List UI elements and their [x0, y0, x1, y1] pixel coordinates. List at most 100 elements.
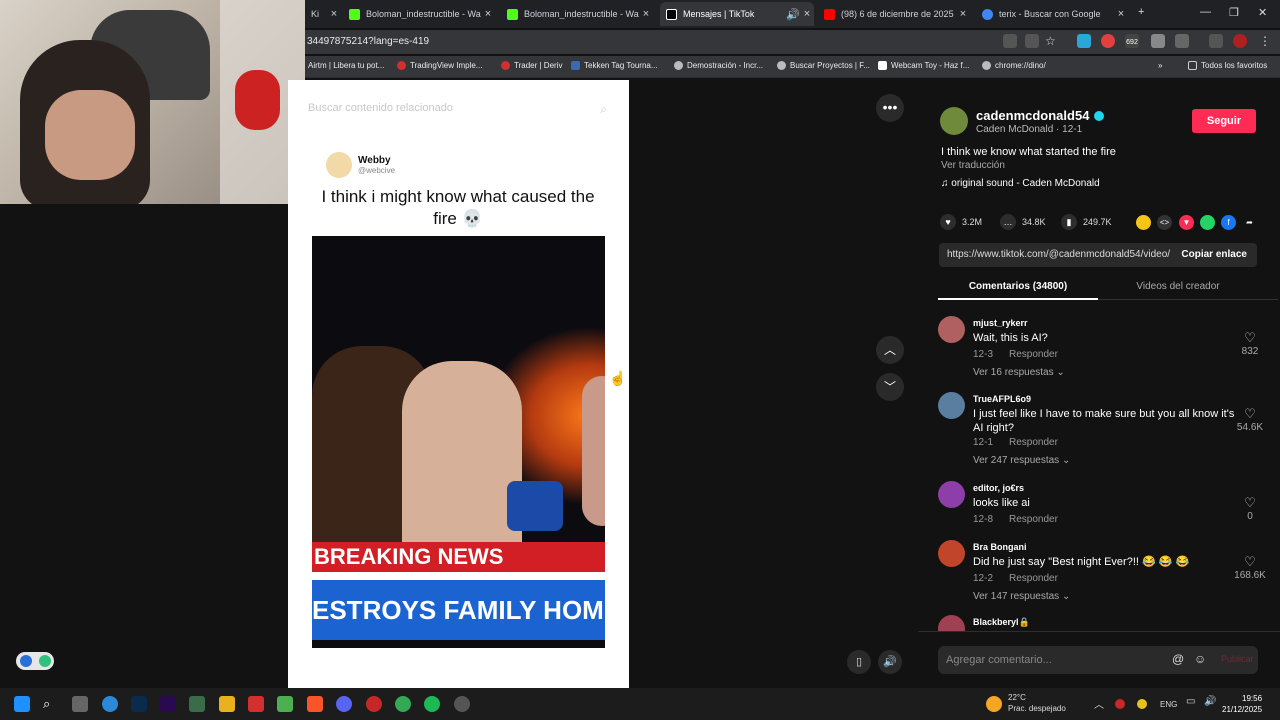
- bookmark-icon[interactable]: ▮: [1061, 214, 1077, 230]
- new-tab-button[interactable]: +: [1138, 6, 1144, 18]
- bookmark-item[interactable]: Demostración - Incr...: [674, 61, 763, 70]
- send-icon[interactable]: ▼: [1179, 215, 1194, 230]
- menu-icon[interactable]: [1209, 34, 1223, 48]
- view-replies[interactable]: Ver 16 respuestas ⌄: [973, 367, 1065, 378]
- tab-partial[interactable]: Ki ×: [305, 2, 341, 26]
- photoshop-icon[interactable]: [131, 696, 147, 712]
- profile-avatar[interactable]: [1233, 34, 1247, 48]
- weather-widget[interactable]: 22°C Prac. despejado: [1008, 692, 1066, 714]
- bookmarks-overflow-icon[interactable]: »: [1158, 61, 1162, 70]
- avatar[interactable]: [938, 540, 965, 567]
- heart-icon[interactable]: ♡: [1230, 406, 1270, 422]
- avatar[interactable]: [940, 107, 968, 135]
- system-clock[interactable]: 19:56 21/12/2025: [1222, 693, 1262, 715]
- view-replies[interactable]: Ver 247 respuestas ⌄: [973, 455, 1070, 466]
- comment-username[interactable]: editor, jo€rs: [973, 483, 1024, 493]
- comment-input[interactable]: [946, 650, 1166, 670]
- speaker-icon[interactable]: 🔊: [786, 8, 800, 21]
- puzzle-icon[interactable]: [1175, 34, 1189, 48]
- close-icon[interactable]: ×: [956, 8, 970, 20]
- star-icon[interactable]: ☆: [1045, 34, 1059, 48]
- share-link[interactable]: https://www.tiktok.com/@cadenmcdonald54/…: [947, 249, 1171, 260]
- cast-icon[interactable]: [1003, 34, 1017, 48]
- bookmark-item[interactable]: Airtm | Libera tu pot...: [308, 61, 384, 70]
- previous-video-button[interactable]: ︿: [876, 336, 904, 364]
- translate-link[interactable]: Ver traducción: [941, 160, 1005, 171]
- sound-link[interactable]: ♫ original sound - Caden McDonald: [941, 178, 1100, 189]
- tab-youtube[interactable]: (98) 6 de diciembre de 2025 - Y ×: [818, 2, 970, 26]
- related-search[interactable]: Buscar contenido relacionado ⌕: [288, 94, 629, 122]
- maximize-button[interactable]: ❐: [1229, 6, 1239, 19]
- reply-link[interactable]: Responder: [1009, 573, 1058, 584]
- volume-icon[interactable]: 🔊: [878, 650, 902, 674]
- tab-comments[interactable]: Comentarios (34800): [938, 281, 1098, 292]
- username[interactable]: cadenmcdonald54: [976, 108, 1089, 123]
- widget-icon[interactable]: [19, 655, 32, 667]
- follow-button[interactable]: Seguir: [1192, 109, 1256, 133]
- close-icon[interactable]: ×: [327, 8, 341, 20]
- tab-google[interactable]: terix - Buscar con Google ×: [976, 2, 1128, 26]
- close-icon[interactable]: ×: [800, 8, 814, 20]
- extension-icon[interactable]: [1077, 34, 1091, 48]
- emoji-icon[interactable]: ☺: [1194, 652, 1206, 666]
- network-icon[interactable]: ▭: [1186, 696, 1202, 712]
- tab-kick-2[interactable]: Boloman_indestructible - Watch ×: [501, 2, 653, 26]
- search-icon[interactable]: ⌕: [43, 696, 59, 712]
- tray-app-icon[interactable]: [1115, 699, 1125, 709]
- avatar[interactable]: [938, 316, 965, 343]
- tab-kick-1[interactable]: Boloman_indestructible - Watch ×: [343, 2, 495, 26]
- tab-tiktok[interactable]: Mensajes | TikTok 🔊 ×: [660, 2, 814, 26]
- reply-link[interactable]: Responder: [1009, 349, 1058, 360]
- comment-icon[interactable]: …: [1000, 214, 1016, 230]
- bookmark-item[interactable]: Webcam Toy - Haz f...: [878, 61, 969, 70]
- bookmark-item[interactable]: Tekken Tag Tourna...: [571, 61, 658, 70]
- widget-icon[interactable]: [38, 655, 51, 667]
- edge-icon[interactable]: [102, 696, 118, 712]
- comment-username[interactable]: Blackberyl🔒: [973, 617, 1030, 628]
- url-text[interactable]: 34497875214?lang=es-419: [307, 36, 429, 47]
- search-icon[interactable]: ⌕: [600, 102, 607, 117]
- bookmark-item[interactable]: TradingView Imple...: [397, 61, 482, 70]
- reply-link[interactable]: Responder: [1009, 437, 1058, 448]
- coin-icon[interactable]: [1136, 215, 1151, 230]
- view-replies[interactable]: Ver 147 respuestas ⌄: [973, 591, 1070, 602]
- author-username[interactable]: cadenmcdonald54: [976, 108, 1105, 123]
- volume-icon[interactable]: 🔊: [1204, 696, 1220, 712]
- avatar[interactable]: [938, 481, 965, 508]
- task-view-icon[interactable]: [72, 696, 88, 712]
- chrome-icon[interactable]: [395, 696, 411, 712]
- minimize-button[interactable]: —: [1200, 6, 1211, 18]
- comment-username[interactable]: Bra Bongani: [973, 542, 1027, 552]
- reply-link[interactable]: Responder: [1009, 514, 1058, 525]
- install-icon[interactable]: [1025, 34, 1039, 48]
- comment-like[interactable]: ♡ 168.6K: [1230, 554, 1270, 581]
- bookmark-item[interactable]: Trader | Deriv: [501, 61, 562, 70]
- obs-icon[interactable]: [454, 696, 470, 712]
- comment-like[interactable]: ♡ 54.6K: [1230, 406, 1270, 433]
- comment-like[interactable]: ♡ 0: [1230, 495, 1270, 522]
- bookmark-folder[interactable]: Todos los favoritos: [1188, 61, 1267, 70]
- tray-app-icon[interactable]: [1137, 699, 1147, 709]
- close-icon[interactable]: ×: [1114, 8, 1128, 20]
- store-icon[interactable]: [189, 696, 205, 712]
- facebook-icon[interactable]: f: [1221, 215, 1236, 230]
- bookmark-item[interactable]: chrome://dino/: [982, 61, 1046, 70]
- share-icon[interactable]: ➦: [1242, 215, 1257, 230]
- heart-icon[interactable]: ♡: [1230, 495, 1270, 511]
- close-icon[interactable]: ×: [481, 8, 495, 20]
- tab-creator-videos[interactable]: Videos del creador: [1098, 281, 1258, 292]
- bookmark-item[interactable]: Buscar Proyectos | F...: [777, 61, 870, 70]
- deriv-icon[interactable]: [248, 696, 264, 712]
- minecraft-icon[interactable]: [277, 696, 293, 712]
- mention-icon[interactable]: @: [1172, 652, 1184, 666]
- heart-icon[interactable]: ♥: [940, 214, 956, 230]
- avatar[interactable]: [938, 615, 965, 631]
- extension-badge[interactable]: 692: [1125, 34, 1139, 48]
- comment-stat[interactable]: … 34.8K: [1000, 214, 1046, 230]
- more-options-button[interactable]: •••: [876, 94, 904, 122]
- avatar[interactable]: [938, 392, 965, 419]
- heart-icon[interactable]: ♡: [1230, 330, 1270, 346]
- post-comment-button[interactable]: Publicar: [1221, 654, 1254, 664]
- comment-username[interactable]: TrueAFPL6o9: [973, 394, 1031, 404]
- extension-icon[interactable]: [1101, 34, 1115, 48]
